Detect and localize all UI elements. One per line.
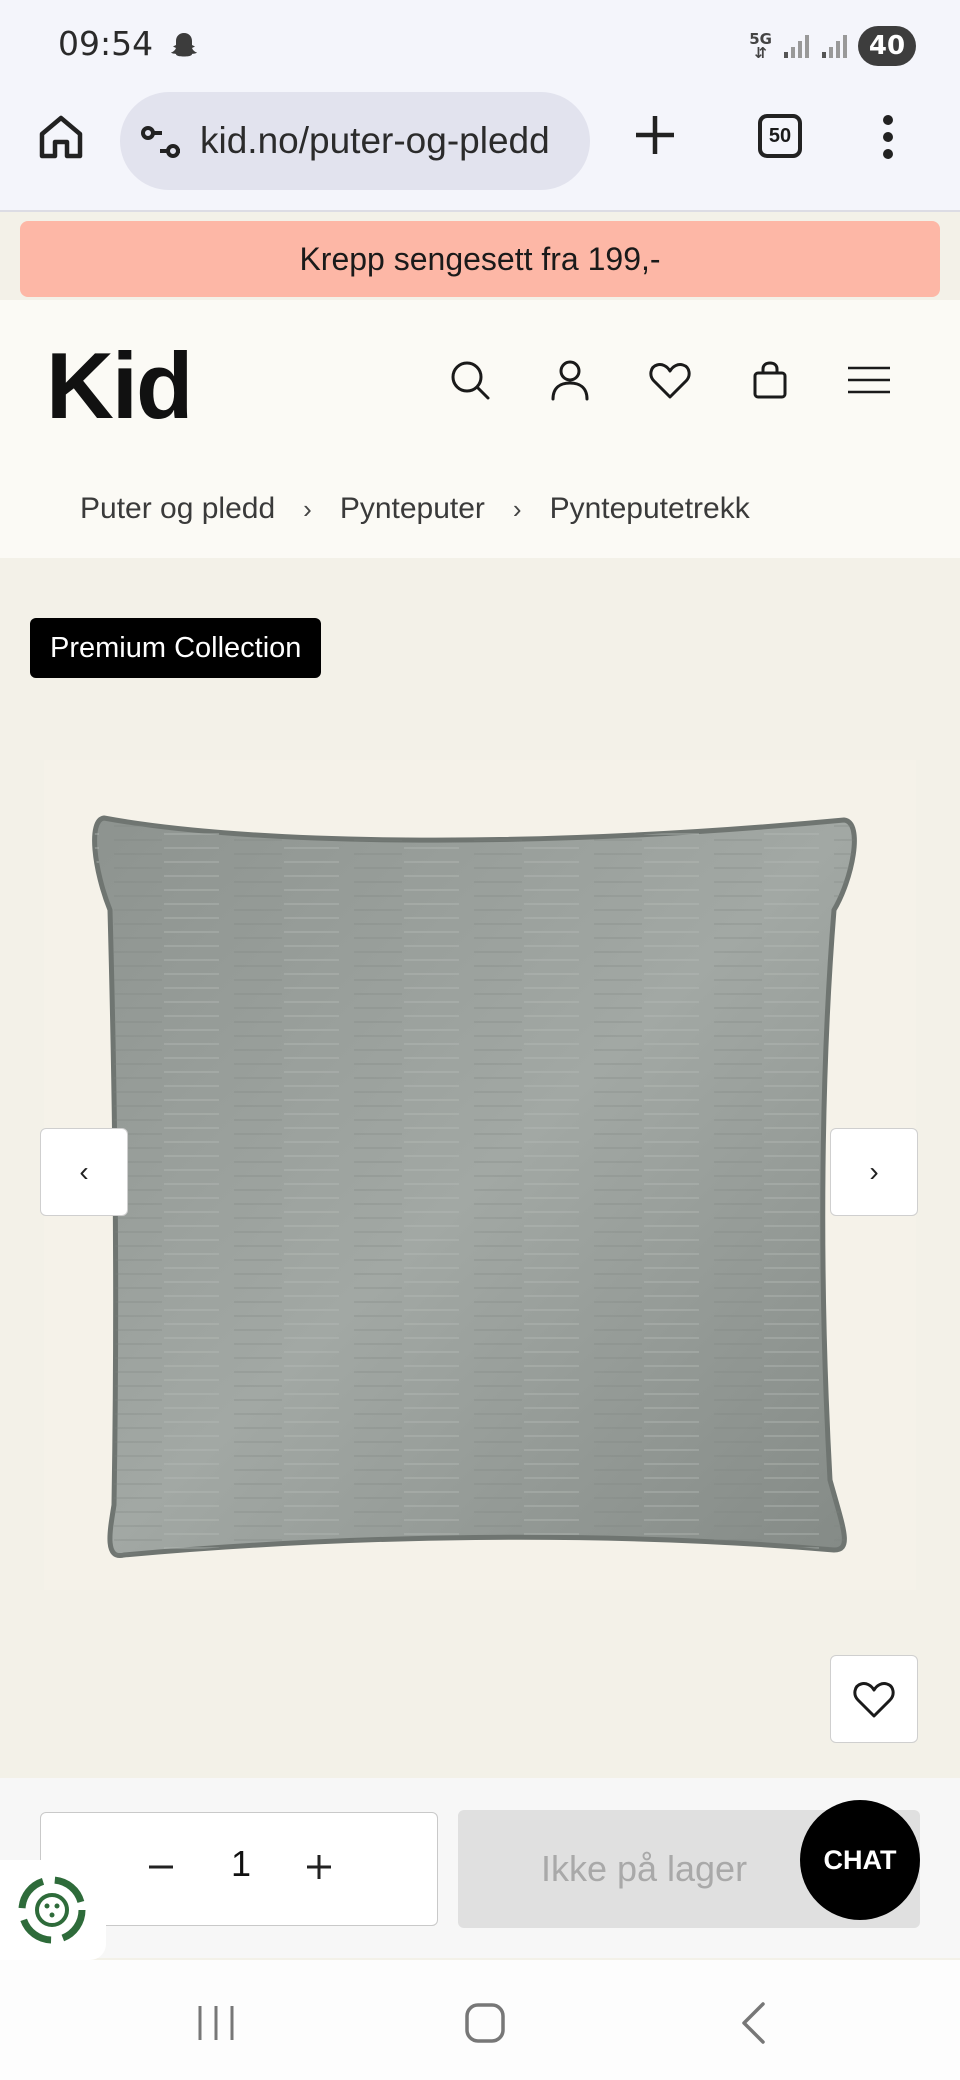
promo-banner[interactable]: Krepp sengesett fra 199,- [20, 221, 940, 297]
system-nav-bar [0, 1960, 960, 2080]
search-icon[interactable] [448, 358, 492, 402]
battery-indicator: 40 [858, 26, 916, 66]
premium-collection-badge: Premium Collection [30, 618, 322, 678]
shopping-bag-icon[interactable] [748, 358, 792, 402]
site-settings-icon[interactable] [140, 122, 182, 162]
more-vert-icon[interactable] [882, 114, 894, 160]
data-arrows-icon: ⇵ [754, 44, 767, 62]
signal-icon [822, 35, 847, 58]
breadcrumb-item[interactable]: Pynteputetrekk [550, 492, 750, 526]
breadcrumb-separator: › [303, 493, 312, 524]
home-circle-icon[interactable] [460, 1998, 510, 2048]
breadcrumb-item[interactable]: Pynteputer [340, 492, 485, 526]
status-time: 09:54 [58, 24, 154, 63]
back-icon[interactable] [730, 1998, 780, 2048]
home-icon[interactable] [36, 112, 86, 162]
menu-icon[interactable] [846, 358, 892, 402]
chat-button[interactable]: CHAT [800, 1800, 920, 1920]
browser-toolbar: kid.no/puter-og-pledd 50 [0, 90, 960, 212]
site-logo[interactable]: Kid [46, 332, 193, 440]
status-indicators: 5G ⇵ 40 [749, 26, 916, 66]
gray-cushion-image [44, 760, 916, 1590]
decrease-quantity-button[interactable] [141, 1847, 181, 1887]
add-to-wishlist-button[interactable] [830, 1655, 918, 1743]
address-bar[interactable]: kid.no/puter-og-pledd [120, 92, 590, 190]
tab-switcher-button[interactable]: 50 [758, 114, 802, 158]
site-header: Kid Puter og pledd › Pynteputer › Pyntep… [0, 300, 960, 558]
new-tab-plus-icon[interactable] [632, 112, 678, 158]
increase-quantity-button[interactable] [299, 1847, 339, 1887]
wishlist-heart-icon[interactable] [648, 358, 692, 402]
url-text: kid.no/puter-og-pledd [200, 120, 550, 161]
signal-icon [784, 35, 809, 58]
image-next-button[interactable]: › [830, 1128, 918, 1216]
account-icon[interactable] [548, 358, 592, 402]
snapchat-ghost-icon [171, 33, 197, 57]
breadcrumb-separator: › [512, 493, 522, 524]
heart-icon [853, 1682, 895, 1718]
status-bar: 09:54 5G ⇵ 40 [0, 0, 960, 90]
image-prev-button[interactable]: ‹ [40, 1128, 128, 1216]
sustainability-icon [18, 1876, 86, 1944]
network-icon: 5G ⇵ [749, 32, 772, 62]
quantity-value[interactable]: 1 [221, 1843, 261, 1885]
eco-badge[interactable] [0, 1860, 106, 1960]
breadcrumb: Puter og pledd › Pynteputer › Pynteputet… [80, 492, 750, 526]
breadcrumb-item[interactable]: Puter og pledd [80, 492, 275, 526]
recent-apps-icon[interactable] [192, 1998, 242, 2048]
